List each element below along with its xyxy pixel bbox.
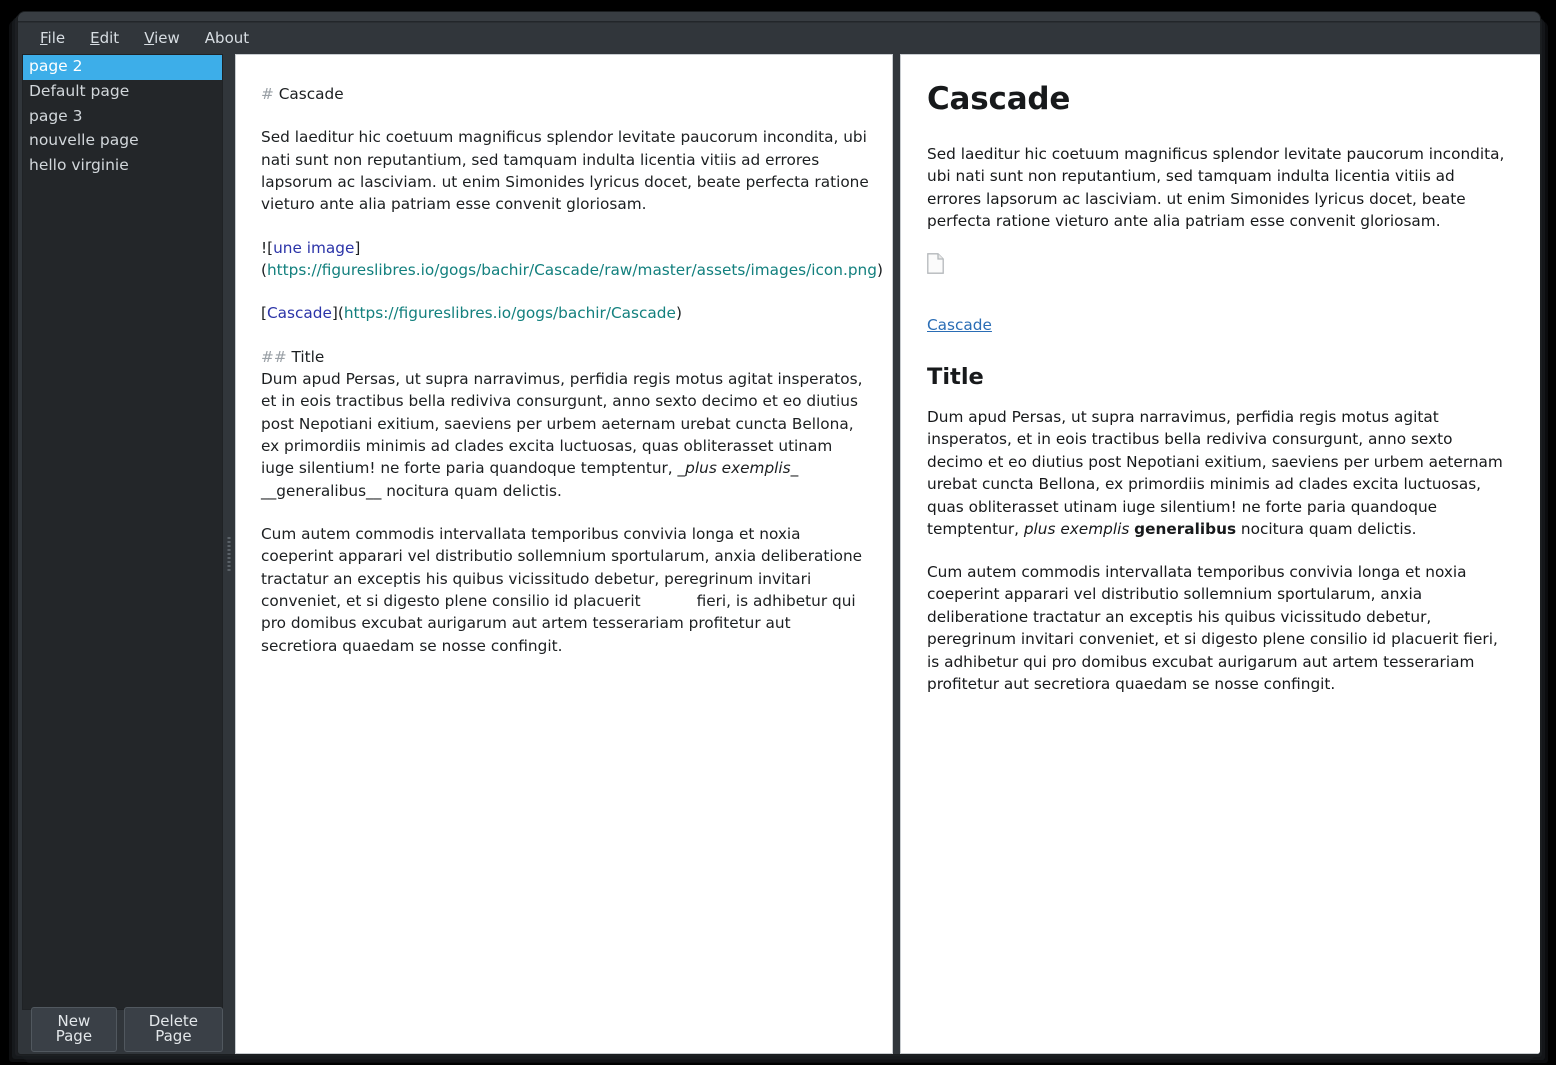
editor-h2-text: Title bbox=[286, 347, 325, 366]
splitter-handle[interactable] bbox=[223, 54, 235, 1054]
preview-strong-generalibus: generalibus bbox=[1134, 520, 1237, 539]
page-list-item-default-page[interactable]: Default page bbox=[23, 80, 222, 105]
menu-view[interactable]: View bbox=[133, 27, 191, 50]
menu-about[interactable]: About bbox=[194, 27, 260, 50]
preview-paragraph-3: Cum autem commodis intervallata temporib… bbox=[927, 562, 1498, 694]
editor-h2-marker: ## bbox=[261, 347, 287, 366]
delete-page-button[interactable]: Delete Page bbox=[123, 1007, 223, 1052]
editor-image-prefix: ![ bbox=[261, 238, 274, 257]
main-content: page 2 Default page page 3 nouvelle page… bbox=[18, 54, 1540, 1054]
preview-heading-2: Title bbox=[927, 363, 984, 390]
menu-view-mnemonic: V bbox=[144, 29, 155, 47]
editor-link-line: [Cascade](https://figureslibres.io/gogs/… bbox=[261, 302, 870, 324]
page-list-item-page-3[interactable]: page 3 bbox=[23, 105, 222, 130]
menu-edit-rest: dit bbox=[99, 29, 120, 47]
markdown-editor-pane[interactable]: # Cascade Sed laeditur hic coetuum magni… bbox=[235, 54, 893, 1054]
editor-image-alt: une image bbox=[273, 238, 355, 257]
menu-view-rest: iew bbox=[154, 29, 180, 47]
preview-cascade-link[interactable]: Cascade bbox=[927, 316, 992, 334]
editor-link-mid: ]( bbox=[331, 304, 344, 323]
splitter-grip-icon bbox=[227, 537, 231, 571]
preview-paragraph-1: Sed laeditur hic coetuum magnificus sple… bbox=[927, 145, 1505, 231]
editor-paragraph-3: Cum autem commodis intervallata temporib… bbox=[261, 523, 870, 657]
editor-image-suffix: ) bbox=[876, 260, 883, 279]
pane-gap-divider bbox=[893, 54, 900, 1054]
editor-paragraph-2: Dum apud Persas, ut supra narravimus, pe… bbox=[261, 368, 870, 502]
preview-broken-image-line bbox=[927, 253, 1510, 294]
new-page-button[interactable]: New Page bbox=[31, 1007, 117, 1052]
editor-link-suffix: ) bbox=[675, 304, 682, 323]
broken-image-icon bbox=[927, 253, 944, 280]
menubar: File Edit View About bbox=[18, 23, 1540, 54]
app-window: File Edit View About page 2 Default page… bbox=[18, 12, 1540, 1054]
editor-paragraph-1: Sed laeditur hic coetuum magnificus sple… bbox=[261, 128, 869, 214]
editor-image-line: ![une image](https://figureslibres.io/go… bbox=[261, 237, 883, 282]
preview-paragraph-2: Dum apud Persas, ut supra narravimus, pe… bbox=[927, 406, 1510, 541]
preview-emphasis-plus-exemplis: plus exemplis bbox=[1023, 520, 1130, 539]
preview-heading-1: Cascade bbox=[927, 81, 1071, 117]
editor-link-text: Cascade bbox=[266, 304, 332, 323]
editor-heading-line: # Cascade bbox=[261, 83, 870, 105]
menu-file[interactable]: File bbox=[29, 27, 76, 50]
page-list-item-hello-virginie[interactable]: hello virginie bbox=[23, 154, 222, 179]
page-list[interactable]: page 2 Default page page 3 nouvelle page… bbox=[22, 54, 223, 1010]
page-list-item-nouvelle-page[interactable]: nouvelle page bbox=[23, 129, 222, 154]
menu-file-rest: ile bbox=[47, 29, 66, 47]
editor-image-url: https://figureslibres.io/gogs/bachir/Cas… bbox=[266, 260, 877, 279]
editor-h1-text: Cascade bbox=[273, 85, 344, 103]
markdown-source-text[interactable]: # Cascade Sed laeditur hic coetuum magni… bbox=[236, 55, 892, 688]
sidebar-button-bar: New Page Delete Page bbox=[22, 1007, 223, 1054]
page-list-item-page-2[interactable]: page 2 bbox=[23, 55, 222, 80]
markdown-preview-pane[interactable]: Cascade Sed laeditur hic coetuum magnifi… bbox=[900, 54, 1540, 1054]
menu-file-mnemonic: F bbox=[40, 29, 48, 47]
editor-h1-marker: # bbox=[261, 85, 274, 103]
sidebar: page 2 Default page page 3 nouvelle page… bbox=[18, 54, 223, 1054]
editor-subheading-line: ## Title bbox=[261, 346, 870, 368]
window-titlebar[interactable] bbox=[18, 12, 1540, 23]
menu-edit[interactable]: Edit bbox=[79, 27, 130, 50]
preview-link-line: Cascade bbox=[927, 314, 1510, 336]
preview-paragraph-2-b: nocitura quam delictis. bbox=[1236, 520, 1417, 539]
menu-edit-mnemonic: E bbox=[90, 29, 100, 47]
editor-paragraph-2-b: __generalibus__ nocitura quam delictis. bbox=[261, 481, 562, 500]
editor-paragraph-2-italic: _plus exemplis_ bbox=[677, 459, 799, 478]
preview-document: Cascade Sed laeditur hic coetuum magnifi… bbox=[901, 55, 1540, 726]
preview-paragraph-2-a: Dum apud Persas, ut supra narravimus, pe… bbox=[927, 407, 1503, 539]
editor-link-url: https://figureslibres.io/gogs/bachir/Cas… bbox=[343, 304, 676, 323]
